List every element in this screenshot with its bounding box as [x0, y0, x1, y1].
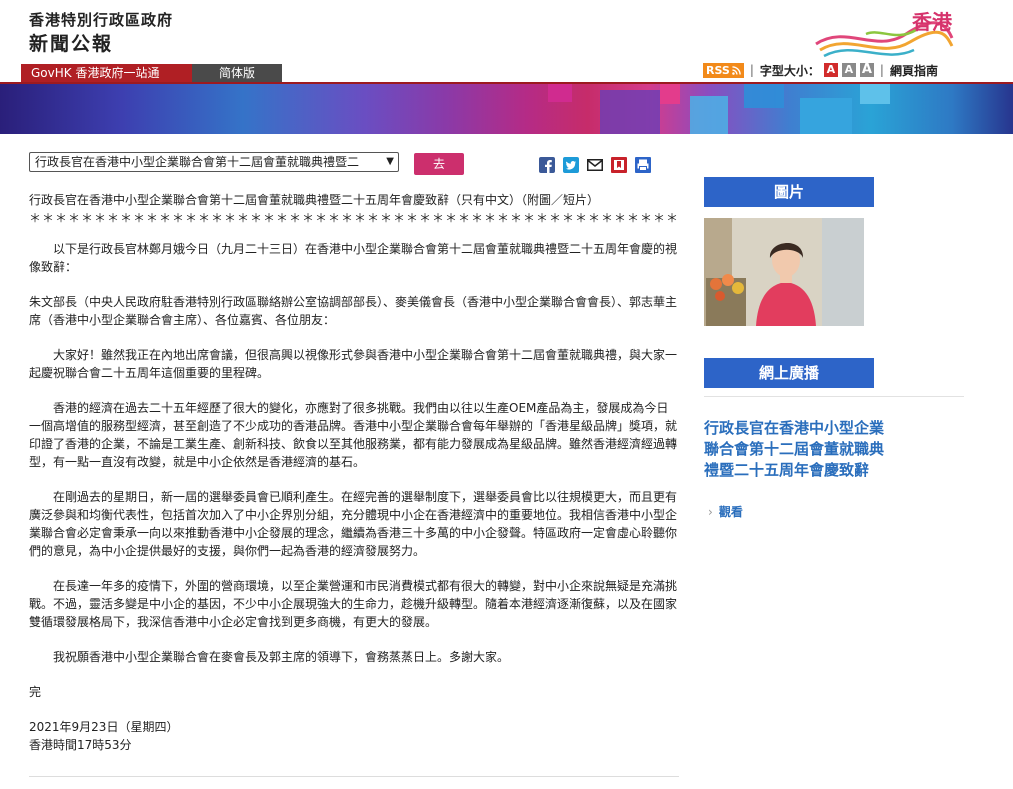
separator: | — [749, 63, 754, 77]
article-end: 完 — [29, 685, 42, 699]
page-title: 新聞公報 — [29, 33, 114, 55]
twitter-icon[interactable] — [563, 157, 579, 173]
chevron-right-icon: › — [708, 504, 713, 519]
rss-label: RSS — [706, 63, 730, 77]
article-paragraph: 在剛過去的星期日，新一屆的選舉委員會已順利產生。在經完善的選舉制度下，選舉委員會… — [29, 490, 678, 558]
press-release-select[interactable]: 行政長官在香港中小型企業聯合會第十二屆會董就職典禮暨二 ▼ — [29, 152, 399, 172]
govhk-portal-link[interactable]: GovHK 香港政府一站通 — [21, 64, 192, 83]
chevron-down-icon: ▼ — [386, 156, 394, 167]
photos-heading: 圖片 — [704, 177, 874, 207]
brand-hong-kong-logo[interactable]: 香港 — [806, 4, 956, 60]
article-paragraph: 我祝願香港中小型企業聯合會在麥會長及郭主席的領導下，會務蒸蒸日上。多謝大家。 — [53, 650, 510, 664]
article-title: 行政長官在香港中小型企業聯合會第十二屆會董就職典禮暨二十五周年會慶致辭（只有中文… — [29, 193, 600, 207]
release-time: 香港時間17時53分 — [29, 738, 132, 752]
article-divider — [29, 776, 679, 777]
logo-text: 香港 — [912, 10, 952, 34]
simplified-chinese-link[interactable]: 简体版 — [192, 64, 282, 83]
chief-executive-photo[interactable] — [704, 218, 864, 326]
article-intro: 以下是行政長官林鄭月娥今日（九月二十三日）在香港中小型企業聯合會第十二屆會董就職… — [29, 242, 678, 274]
site-guide-link[interactable]: 網頁指南 — [890, 62, 938, 79]
bookmark-icon[interactable] — [611, 157, 627, 173]
release-date: 2021年9月23日（星期四） — [29, 720, 179, 734]
photo-thumbnail — [704, 218, 864, 326]
banner-block — [860, 84, 890, 104]
facebook-icon[interactable] — [539, 157, 555, 173]
webcast-heading: 網上廣播 — [704, 358, 874, 388]
go-button[interactable]: 去 — [414, 153, 464, 175]
select-value: 行政長官在香港中小型企業聯合會第十二屆會董就職典禮暨二 — [35, 155, 360, 169]
rss-link[interactable]: RSS — [703, 62, 744, 78]
webcast-title-link[interactable]: 行政長官在香港中小型企業聯合會第十二屆會董就職典禮暨二十五周年會慶致辭 — [704, 418, 884, 481]
watch-label: 觀看 — [718, 505, 743, 519]
print-icon[interactable] — [635, 157, 651, 173]
font-size-medium-button[interactable]: A — [841, 63, 856, 77]
banner-block — [800, 98, 852, 134]
utility-bar: RSS | 字型大小： A A A | 網頁指南 — [703, 62, 938, 78]
sidebar-divider — [704, 396, 964, 397]
banner-block — [744, 84, 784, 108]
article-paragraph: 香港的經濟在過去二十五年經歷了很大的變化，亦應對了很多挑戰。我們由以往以生產OE… — [29, 401, 678, 469]
banner-block — [660, 84, 680, 104]
title-divider: ＊＊＊＊＊＊＊＊＊＊＊＊＊＊＊＊＊＊＊＊＊＊＊＊＊＊＊＊＊＊＊＊＊＊＊＊＊＊＊＊… — [29, 211, 679, 225]
font-size-label: 字型大小： — [759, 63, 820, 78]
font-size-large-button[interactable]: A — [859, 63, 874, 77]
email-icon[interactable] — [587, 157, 603, 173]
government-name: 香港特別行政區政府 — [29, 11, 174, 29]
watch-video-link[interactable]: › 觀看 — [708, 503, 743, 520]
banner-block — [600, 90, 660, 134]
separator: | — [879, 63, 884, 77]
rss-feed-icon — [732, 65, 741, 75]
article-paragraph: 在長達一年多的疫情下，外圍的營商環境，以至企業營運和市民消費模式都有很大的轉變，… — [29, 579, 678, 629]
font-size-small-button[interactable]: A — [823, 63, 838, 77]
banner-block — [548, 84, 572, 102]
article-paragraph: 大家好！雖然我正在內地出席會議，但很高興以視像形式參與香港中小型企業聯合會第十二… — [29, 348, 678, 380]
press-release-body: 行政長官在香港中小型企業聯合會第十二屆會董就職典禮暨二十五周年會慶致辭（只有中文… — [29, 191, 679, 754]
article-salutation: 朱文部長（中央人民政府駐香港特別行政區聯絡辦公室協調部部長）、麥美儀會長（香港中… — [29, 295, 678, 327]
decorative-banner — [0, 84, 1013, 134]
banner-block — [690, 96, 728, 134]
